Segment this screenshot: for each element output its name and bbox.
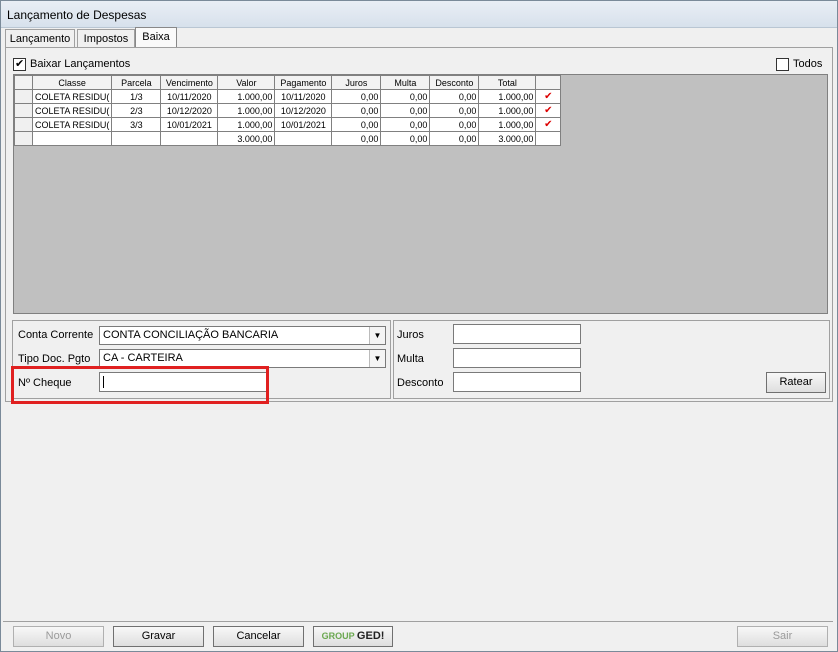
sair-button[interactable]: Sair: [737, 626, 828, 647]
tab-label: Lançamento: [9, 33, 71, 45]
total-vencimento: [160, 131, 219, 146]
cell-multa[interactable]: 0,00: [380, 103, 431, 118]
conta-corrente-select[interactable]: CONTA CONCILIAÇÃO BANCARIA ▼: [99, 326, 386, 345]
cell-classe[interactable]: COLETA RESIDU(: [31, 89, 113, 104]
cell-parcela[interactable]: 3/3: [111, 117, 162, 132]
row-header-corner: [14, 75, 33, 90]
total-total: 3.000,00: [478, 131, 537, 146]
cell-vencimento[interactable]: 10/01/2021: [160, 117, 219, 132]
total-pagamento: [274, 131, 333, 146]
total-parcela: [111, 131, 162, 146]
col-multa[interactable]: Multa: [380, 75, 431, 90]
col-vencimento[interactable]: Vencimento: [160, 75, 219, 90]
cell-pagamento[interactable]: 10/11/2020: [274, 89, 333, 104]
ged-group-text: GROUP: [321, 631, 355, 641]
cell-multa[interactable]: 0,00: [380, 117, 431, 132]
novo-button[interactable]: Novo: [13, 626, 104, 647]
cell-total[interactable]: 1.000,00: [478, 103, 537, 118]
col-classe[interactable]: Classe: [31, 75, 113, 90]
cell-total[interactable]: 1.000,00: [478, 89, 537, 104]
cell-valor[interactable]: 1.000,00: [217, 89, 276, 104]
table-row[interactable]: COLETA RESIDU( 1/3 10/11/2020 1.000,00 1…: [14, 89, 562, 104]
total-multa: 0,00: [380, 131, 431, 146]
cell-multa[interactable]: 0,00: [380, 89, 431, 104]
total-valor: 3.000,00: [217, 131, 276, 146]
row-selector: [14, 131, 33, 146]
todos-label: Todos: [793, 58, 823, 70]
row-check-icon[interactable]: ✔: [535, 89, 562, 104]
cell-vencimento[interactable]: 10/12/2020: [160, 103, 219, 118]
tab-impostos[interactable]: Impostos: [77, 29, 135, 48]
conta-corrente-value: CONTA CONCILIAÇÃO BANCARIA: [103, 329, 279, 341]
gravar-button[interactable]: Gravar: [113, 626, 204, 647]
dropdown-arrow-icon[interactable]: ▼: [369, 327, 385, 344]
desconto-input[interactable]: [453, 372, 581, 392]
cell-desconto[interactable]: 0,00: [429, 89, 480, 104]
cell-vencimento[interactable]: 10/11/2020: [160, 89, 219, 104]
juros-input[interactable]: [453, 324, 581, 344]
cell-parcela[interactable]: 2/3: [111, 103, 162, 118]
cell-valor[interactable]: 1.000,00: [217, 103, 276, 118]
table-row[interactable]: COLETA RESIDU( 3/3 10/01/2021 1.000,00 1…: [14, 117, 562, 132]
cell-valor[interactable]: 1.000,00: [217, 117, 276, 132]
tipo-doc-value: CA - CARTEIRA: [103, 352, 183, 364]
total-juros: 0,00: [331, 131, 382, 146]
cell-total[interactable]: 1.000,00: [478, 117, 537, 132]
col-total[interactable]: Total: [478, 75, 537, 90]
col-desconto[interactable]: Desconto: [429, 75, 480, 90]
row-selector[interactable]: [14, 103, 33, 118]
totals-row: 3.000,00 0,00 0,00 0,00 3.000,00: [14, 131, 562, 146]
cell-pagamento[interactable]: 10/12/2020: [274, 103, 333, 118]
total-classe: [31, 131, 113, 146]
ged-name-text: GED!: [356, 630, 385, 642]
col-check: [535, 75, 562, 90]
baixar-lancamentos-checkbox[interactable]: ✔: [13, 58, 26, 71]
ratear-button[interactable]: Ratear: [766, 372, 826, 393]
row-selector[interactable]: [14, 117, 33, 132]
cell-parcela[interactable]: 1/3: [111, 89, 162, 104]
multa-label: Multa: [397, 353, 424, 365]
desconto-label: Desconto: [397, 377, 444, 389]
title-bar: Lançamento de Despesas: [1, 1, 837, 28]
col-juros[interactable]: Juros: [331, 75, 382, 90]
col-pagamento[interactable]: Pagamento: [274, 75, 333, 90]
cell-pagamento[interactable]: 10/01/2021: [274, 117, 333, 132]
dropdown-arrow-icon[interactable]: ▼: [369, 350, 385, 367]
total-desconto: 0,00: [429, 131, 480, 146]
juros-label: Juros: [397, 329, 424, 341]
cell-juros[interactable]: 0,00: [331, 89, 382, 104]
row-check-icon[interactable]: ✔: [535, 117, 562, 132]
check-icon: ✔: [15, 58, 25, 70]
installments-grid: Classe Parcela Vencimento Valor Pagament…: [13, 74, 828, 314]
multa-input[interactable]: [453, 348, 581, 368]
cell-classe[interactable]: COLETA RESIDU(: [31, 103, 113, 118]
tipo-doc-label: Tipo Doc. Pgto: [18, 353, 91, 365]
cell-desconto[interactable]: 0,00: [429, 117, 480, 132]
tab-baixa[interactable]: Baixa: [135, 27, 177, 49]
baixar-lancamentos-label: Baixar Lançamentos: [30, 58, 131, 70]
cancelar-button[interactable]: Cancelar: [213, 626, 304, 647]
col-parcela[interactable]: Parcela: [111, 75, 162, 90]
cell-juros[interactable]: 0,00: [331, 117, 382, 132]
todos-checkbox[interactable]: [776, 58, 789, 71]
tab-lancamento[interactable]: Lançamento: [5, 29, 75, 48]
tab-label: Baixa: [142, 31, 170, 43]
tab-label: Impostos: [83, 33, 129, 45]
highlight-box: [11, 366, 269, 404]
row-selector[interactable]: [14, 89, 33, 104]
total-check: [535, 131, 562, 146]
row-check-icon[interactable]: ✔: [535, 103, 562, 118]
installments-table: Classe Parcela Vencimento Valor Pagament…: [14, 75, 562, 146]
cell-classe[interactable]: COLETA RESIDU(: [31, 117, 113, 132]
cell-desconto[interactable]: 0,00: [429, 103, 480, 118]
conta-corrente-label: Conta Corrente: [18, 329, 94, 341]
window-title: Lançamento de Despesas: [7, 8, 147, 22]
group-ged-button[interactable]: GROUP GED!: [313, 626, 393, 647]
col-valor[interactable]: Valor: [217, 75, 276, 90]
table-row[interactable]: COLETA RESIDU( 2/3 10/12/2020 1.000,00 1…: [14, 103, 562, 118]
cell-juros[interactable]: 0,00: [331, 103, 382, 118]
